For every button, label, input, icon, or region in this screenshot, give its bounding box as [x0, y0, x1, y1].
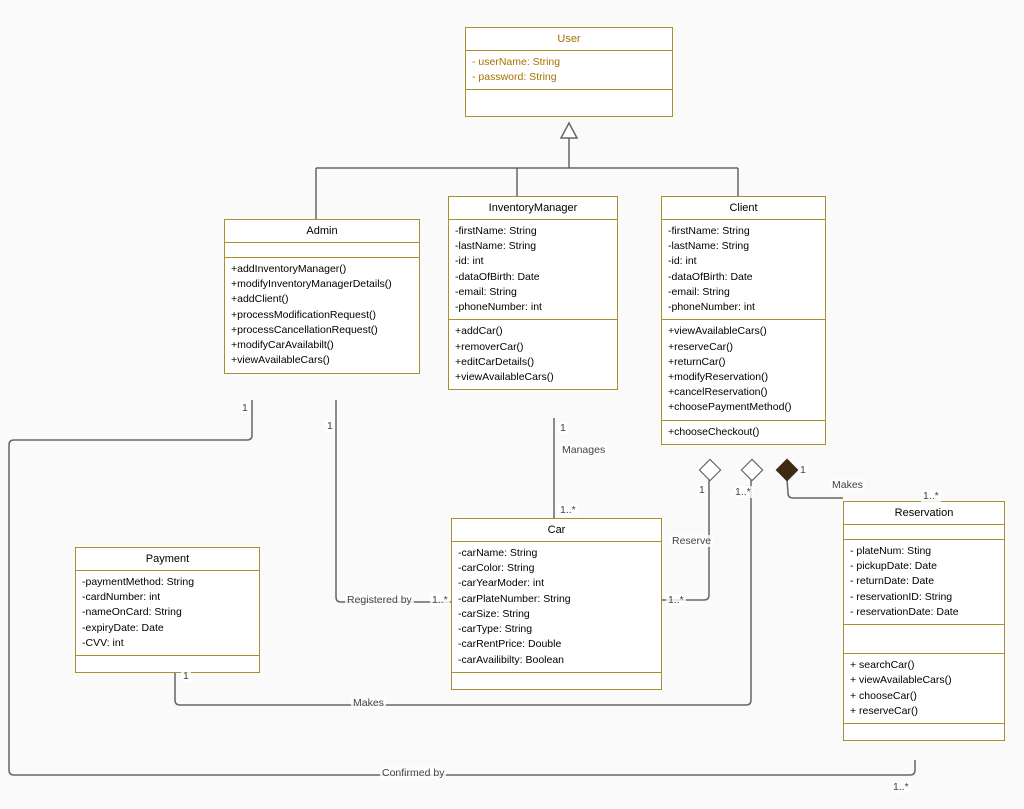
- mult-car-left: 1..*: [430, 594, 450, 606]
- class-client: Client -firstName: String -lastName: Str…: [661, 196, 826, 445]
- mult-admin-br: 1: [325, 420, 335, 432]
- label-manages: Manages: [560, 444, 607, 456]
- class-client-name: Client: [662, 197, 825, 220]
- composition-diamond-makes: [776, 459, 799, 482]
- class-reservation: Reservation - plateNum: Sting - pickupDa…: [843, 501, 1005, 741]
- mult-client-filled: 1: [798, 464, 808, 476]
- mult-payment-b: 1: [181, 670, 191, 682]
- class-client-attrs: -firstName: String -lastName: String -id…: [662, 220, 825, 320]
- label-makes1: Makes: [830, 479, 865, 491]
- mult-res-top: 1..*: [921, 490, 941, 502]
- class-user-attrs: - userName: String - password: String: [466, 51, 672, 90]
- mult-invmgr-b: 1: [558, 422, 568, 434]
- class-invmgr-methods: +addCar() +removerCar() +editCarDetails(…: [449, 320, 617, 389]
- class-car: Car -carName: String -carColor: String -…: [451, 518, 662, 690]
- class-user: User - userName: String - password: Stri…: [465, 27, 673, 117]
- label-registered-by: Registered by: [345, 594, 414, 606]
- class-admin-methods: +addInventoryManager() +modifyInventoryM…: [225, 258, 419, 373]
- class-admin-name: Admin: [225, 220, 419, 243]
- mult-client-bl: 1: [697, 484, 707, 496]
- class-reservation-methods: + searchCar() + viewAvailableCars() + ch…: [844, 654, 1004, 724]
- class-reservation-name: Reservation: [844, 502, 1004, 525]
- class-reservation-attrs: - plateNum: Sting - pickupDate: Date - r…: [844, 540, 1004, 625]
- class-inventorymanager: InventoryManager -firstName: String -las…: [448, 196, 618, 390]
- aggregation-diamond-reserve: [699, 459, 722, 482]
- mult-car-right: 1..*: [666, 594, 686, 606]
- class-payment: Payment -paymentMethod: String -cardNumb…: [75, 547, 260, 673]
- class-car-name: Car: [452, 519, 661, 542]
- aggregation-diamond-hollow2: [741, 459, 764, 482]
- class-payment-name: Payment: [76, 548, 259, 571]
- class-car-attrs: -carName: String -carColor: String -carY…: [452, 542, 661, 673]
- mult-admin-bl: 1: [240, 402, 250, 414]
- class-client-methods2: +chooseCheckout(): [662, 421, 825, 444]
- class-user-empty: [466, 90, 672, 116]
- mult-res-bottom: 1..*: [891, 781, 911, 793]
- class-user-name: User: [466, 28, 672, 51]
- mult-client-hollow: 1..*: [733, 486, 753, 498]
- class-payment-attrs: -paymentMethod: String -cardNumber: int …: [76, 571, 259, 656]
- label-confirmed-by: Confirmed by: [380, 767, 446, 779]
- class-invmgr-name: InventoryManager: [449, 197, 617, 220]
- class-admin: Admin +addInventoryManager() +modifyInve…: [224, 219, 420, 374]
- class-invmgr-attrs: -firstName: String -lastName: String -id…: [449, 220, 617, 320]
- label-makes2: Makes: [351, 697, 386, 709]
- class-client-methods: +viewAvailableCars() +reserveCar() +retu…: [662, 320, 825, 420]
- label-reserve: Reserve: [670, 535, 713, 547]
- mult-car-top: 1..*: [558, 504, 578, 516]
